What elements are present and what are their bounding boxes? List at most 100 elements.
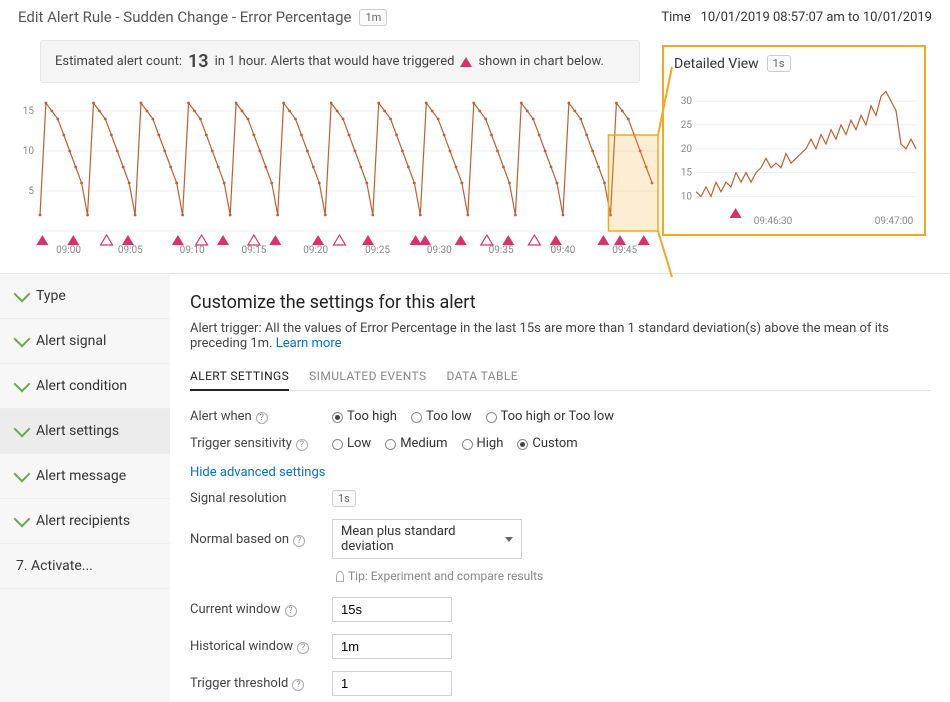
svg-text:09:45: 09:45 — [612, 245, 637, 256]
radio-option[interactable]: Medium — [385, 436, 447, 451]
alert-when-radios: Too high Too low Too high or Too low — [332, 409, 614, 424]
svg-text:09:10: 09:10 — [180, 245, 205, 256]
radio-icon — [486, 412, 497, 423]
estimate-banner: Estimated alert count: 13 in 1 hour. Ale… — [40, 40, 640, 83]
svg-text:15: 15 — [681, 168, 693, 179]
help-icon[interactable]: ? — [292, 679, 304, 691]
svg-text:09:40: 09:40 — [550, 245, 575, 256]
tab[interactable]: DATA TABLE — [447, 363, 518, 390]
svg-text:09:05: 09:05 — [118, 245, 143, 256]
detail-badge: 1s — [767, 55, 791, 72]
check-icon — [14, 286, 31, 303]
trigger-threshold-input[interactable] — [332, 671, 452, 696]
tip-row: Tip: Experiment and compare results — [190, 565, 930, 591]
svg-text:15: 15 — [23, 106, 35, 117]
help-icon[interactable]: ? — [285, 605, 297, 617]
title-text: Edit Alert Rule - Sudden Change - Error … — [18, 8, 351, 26]
wizard-step[interactable]: Alert signal — [0, 319, 170, 364]
row-normal-based-on: Normal based on? Mean plus standard devi… — [190, 513, 930, 565]
lower-panel: TypeAlert signalAlert conditionAlert set… — [0, 273, 950, 702]
panel-heading: Customize the settings for this alert — [190, 292, 930, 313]
row-trigger-sensitivity: Trigger sensitivity? LowMediumHighCustom — [190, 430, 930, 457]
svg-text:5: 5 — [28, 186, 34, 197]
radio-icon — [385, 439, 396, 450]
tab[interactable]: ALERT SETTINGS — [190, 363, 289, 391]
help-icon[interactable]: ? — [256, 412, 268, 424]
check-icon — [14, 331, 31, 348]
row-current-window: Current window? — [190, 591, 930, 628]
wizard-step[interactable]: Alert recipients — [0, 499, 170, 544]
est-post: shown in chart below. — [478, 54, 603, 69]
time-range[interactable]: Time 10/01/2019 08:57:07 am to 10/01/201… — [661, 10, 932, 25]
detail-title: Detailed View — [674, 56, 759, 72]
charts-row: 5 10 15 09:00 09:05 09:10 09:15 09:20 09:25 09:30… — [0, 89, 950, 273]
chevron-down-icon — [505, 537, 513, 542]
row-signal-resolution: Signal resolution 1s — [190, 484, 930, 513]
learn-more-link[interactable]: Learn more — [276, 336, 342, 351]
svg-text:09:35: 09:35 — [489, 245, 514, 256]
radio-option[interactable]: Low — [332, 436, 371, 451]
bulb-icon — [336, 571, 344, 582]
radio-icon — [462, 439, 473, 450]
main-chart[interactable]: 5 10 15 09:00 09:05 09:10 09:15 09:20 09:25 09:30… — [12, 89, 662, 259]
tab[interactable]: SIMULATED EVENTS — [309, 363, 426, 390]
svg-text:09:20: 09:20 — [303, 245, 328, 256]
svg-text:09:46:30: 09:46:30 — [754, 216, 793, 227]
normal-based-on-select[interactable]: Mean plus standard deviation — [332, 519, 522, 559]
detail-chart[interactable]: 10 15 20 25 30 09:46:30 09:47:00 — [674, 78, 918, 228]
check-icon — [14, 511, 31, 528]
row-trigger-threshold: Trigger threshold? — [190, 665, 930, 702]
signal-resolution-badge: 1s — [332, 490, 356, 507]
row-alert-when: Alert when? Too highToo lowToo high or T… — [190, 403, 930, 430]
svg-text:09:00: 09:00 — [56, 245, 81, 256]
wizard-steps: TypeAlert signalAlert conditionAlert set… — [0, 274, 170, 702]
time-label: Time — [661, 10, 690, 25]
radio-icon — [411, 412, 422, 423]
radio-icon — [332, 412, 343, 423]
help-icon[interactable]: ? — [296, 439, 308, 451]
est-count: 13 — [188, 51, 209, 72]
help-icon[interactable]: ? — [293, 535, 305, 547]
settings-tabs: ALERT SETTINGS SIMULATED EVENTS DATA TABLE — [190, 363, 930, 391]
radio-option[interactable]: High — [462, 436, 504, 451]
svg-text:10: 10 — [681, 191, 693, 202]
check-icon — [14, 421, 31, 438]
wizard-step[interactable]: 7. Activate... — [0, 544, 170, 589]
svg-text:09:25: 09:25 — [365, 245, 390, 256]
wizard-step[interactable]: Alert settings — [0, 409, 170, 454]
est-mid: in 1 hour. Alerts that would have trigge… — [215, 54, 455, 69]
radio-option[interactable]: Custom — [517, 436, 577, 451]
header-row: Edit Alert Rule - Sudden Change - Error … — [0, 0, 950, 26]
row-historical-window: Historical window? — [190, 628, 930, 665]
radio-option[interactable]: Too high — [332, 409, 397, 424]
title-badge: 1m — [359, 9, 387, 26]
radio-icon — [517, 439, 528, 450]
time-value: 10/01/2019 08:57:07 am to 10/01/2019 — [701, 10, 932, 25]
detail-view-panel: Detailed View 1s 10 15 20 25 30 09:46:30 09:47… — [662, 45, 926, 236]
current-window-input[interactable] — [332, 597, 452, 622]
settings-panel: Customize the settings for this alert Al… — [170, 274, 950, 702]
alert-description: Alert trigger: All the values of Error P… — [190, 321, 930, 351]
svg-text:10: 10 — [23, 146, 35, 157]
check-icon — [14, 376, 31, 393]
hide-advanced-link[interactable]: Hide advanced settings — [190, 457, 325, 484]
page-title: Edit Alert Rule - Sudden Change - Error … — [18, 8, 387, 26]
check-icon — [14, 466, 31, 483]
radio-icon — [332, 439, 343, 450]
svg-text:09:15: 09:15 — [241, 245, 266, 256]
svg-text:30: 30 — [681, 96, 693, 107]
est-pre: Estimated alert count: — [55, 54, 182, 69]
wizard-step[interactable]: Alert message — [0, 454, 170, 499]
svg-text:20: 20 — [681, 144, 693, 155]
triangle-icon — [460, 57, 472, 67]
help-icon[interactable]: ? — [297, 642, 309, 654]
svg-text:09:47:00: 09:47:00 — [875, 216, 914, 227]
wizard-step[interactable]: Type — [0, 274, 170, 319]
svg-text:25: 25 — [681, 120, 693, 131]
radio-option[interactable]: Too low — [411, 409, 472, 424]
trigger-sensitivity-radios: Low Medium High Custom — [332, 436, 578, 451]
wizard-step[interactable]: Alert condition — [0, 364, 170, 409]
radio-option[interactable]: Too high or Too low — [486, 409, 615, 424]
historical-window-input[interactable] — [332, 634, 452, 659]
svg-text:09:30: 09:30 — [427, 245, 452, 256]
